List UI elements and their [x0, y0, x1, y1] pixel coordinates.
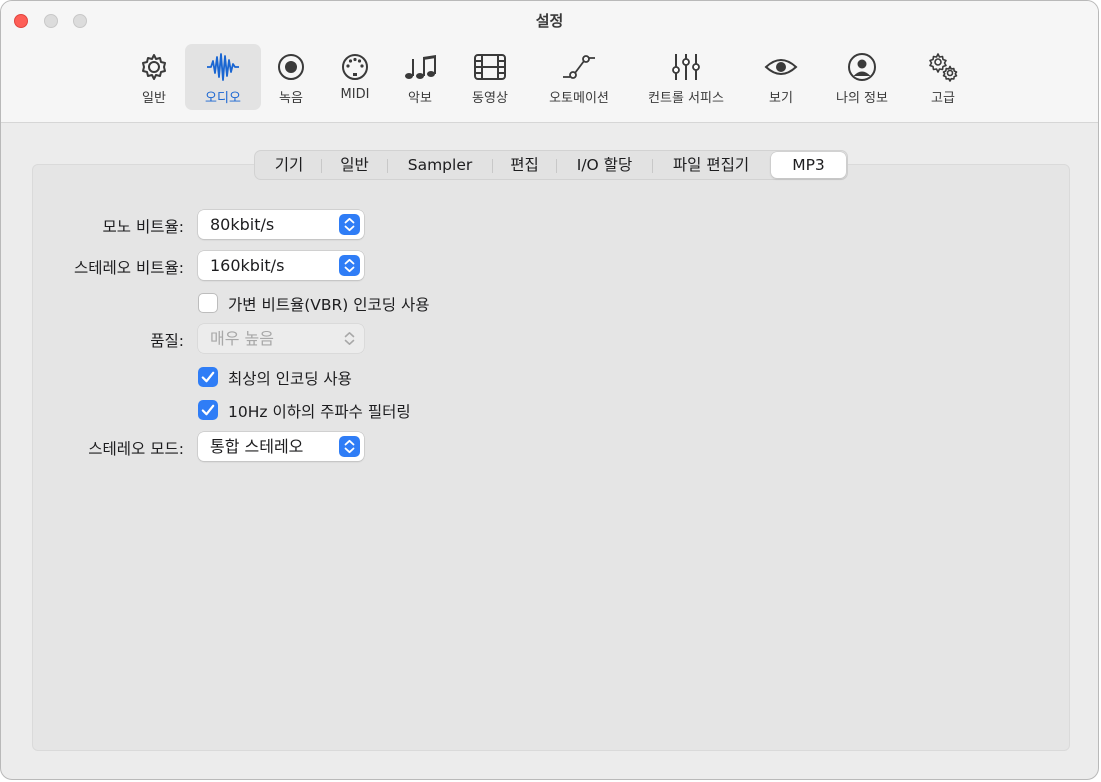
tab-bar: 기기 일반 Sampler 편집 I/O 할당 파일 편집기 MP3: [254, 150, 848, 180]
titlebar: 설정 일반 오디오 녹음 MIDI 악보 동영상 오토메이션 컨트롤 서피스 보…: [1, 1, 1098, 123]
toolbar-item-midi[interactable]: MIDI: [327, 44, 383, 110]
quality-label: 품질:: [150, 332, 184, 350]
toolbar-item-audio[interactable]: 오디오: [185, 44, 261, 110]
settings-window: 설정 일반 오디오 녹음 MIDI 악보 동영상 오토메이션 컨트롤 서피스 보…: [0, 0, 1099, 780]
toolbar-item-record[interactable]: 녹음: [263, 44, 319, 110]
toolbar-label-general: 일반: [142, 91, 166, 106]
toolbar-item-control-surfaces[interactable]: 컨트롤 서피스: [637, 44, 735, 110]
stereo-mode-label: 스테레오 모드:: [88, 440, 184, 458]
mp3-settings-panel: [32, 164, 1070, 751]
midi-connector-icon: [342, 54, 368, 80]
quality-popup[interactable]: 매우 높음: [198, 324, 364, 353]
tab-mp3[interactable]: MP3: [771, 152, 846, 178]
chevron-up-down-icon: [339, 436, 360, 457]
mono-bitrate-popup[interactable]: 80kbit/s: [198, 210, 364, 239]
tab-sampler[interactable]: Sampler: [388, 151, 492, 179]
toolbar-label-automation: 오토메이션: [549, 91, 609, 106]
person-icon: [848, 53, 876, 81]
toolbar-item-view[interactable]: 보기: [753, 44, 809, 110]
window-title: 설정: [535, 12, 564, 30]
toolbar-item-movie[interactable]: 동영상: [461, 44, 519, 110]
film-icon: [474, 54, 506, 80]
stereo-bitrate-value: 160kbit/s: [210, 256, 285, 275]
toolbar-label-score: 악보: [408, 91, 432, 106]
stereo-mode-popup[interactable]: 통합 스테레오: [198, 432, 364, 461]
toolbar-label-advanced: 고급: [931, 91, 955, 106]
stereo-bitrate-label: 스테레오 비트율:: [74, 259, 184, 277]
vbr-checkbox-label: 가변 비트율(VBR) 인코딩 사용: [228, 296, 430, 314]
gear-icon: [142, 54, 166, 80]
toolbar-item-general[interactable]: 일반: [125, 44, 183, 110]
toolbar-item-advanced[interactable]: 고급: [915, 44, 971, 110]
vbr-checkbox[interactable]: [198, 293, 218, 313]
toolbar-item-my-info[interactable]: 나의 정보: [827, 44, 897, 110]
tab-general[interactable]: 일반: [322, 151, 387, 179]
toolbar-label-my-info: 나의 정보: [836, 91, 888, 106]
chevron-up-down-icon: [339, 255, 360, 276]
mono-bitrate-label: 모노 비트율:: [102, 218, 184, 236]
toolbar-label-control-surfaces: 컨트롤 서피스: [648, 91, 724, 106]
toolbar-label-view: 보기: [769, 91, 793, 106]
tab-devices[interactable]: 기기: [257, 151, 321, 179]
tab-io-assignments[interactable]: I/O 할당: [557, 151, 652, 179]
toolbar-label-midi: MIDI: [340, 87, 370, 102]
tab-file-editor[interactable]: 파일 편집기: [653, 151, 769, 179]
toolbar-label-record: 녹음: [279, 91, 303, 106]
toolbar-item-automation[interactable]: 오토메이션: [537, 44, 621, 110]
filter-10hz-label: 10Hz 이하의 주파수 필터링: [228, 403, 411, 421]
tab-editing[interactable]: 편집: [493, 151, 556, 179]
chevron-up-down-icon: [339, 214, 360, 235]
toolbar-label-audio: 오디오: [205, 91, 241, 106]
checkmark-icon: [201, 371, 215, 383]
quality-value: 매우 높음: [210, 329, 274, 348]
mono-bitrate-value: 80kbit/s: [210, 215, 275, 234]
stereo-bitrate-popup[interactable]: 160kbit/s: [198, 251, 364, 280]
checkmark-icon: [201, 404, 215, 416]
advanced-gears-icon: [929, 53, 958, 82]
record-icon: [278, 54, 304, 80]
faders-icon: [672, 54, 700, 80]
best-encoding-label: 최상의 인코딩 사용: [228, 370, 352, 388]
automation-curve-icon: [563, 55, 595, 79]
audio-waveform-icon: [207, 53, 239, 81]
music-notes-icon: [405, 55, 436, 79]
toolbar-item-score[interactable]: 악보: [393, 44, 447, 110]
eye-icon: [764, 59, 798, 75]
toolbar-label-movie: 동영상: [472, 91, 508, 106]
filter-10hz-checkbox[interactable]: [198, 400, 218, 420]
stereo-mode-value: 통합 스테레오: [210, 437, 304, 456]
best-encoding-checkbox[interactable]: [198, 367, 218, 387]
chevron-up-down-icon: [339, 328, 360, 349]
